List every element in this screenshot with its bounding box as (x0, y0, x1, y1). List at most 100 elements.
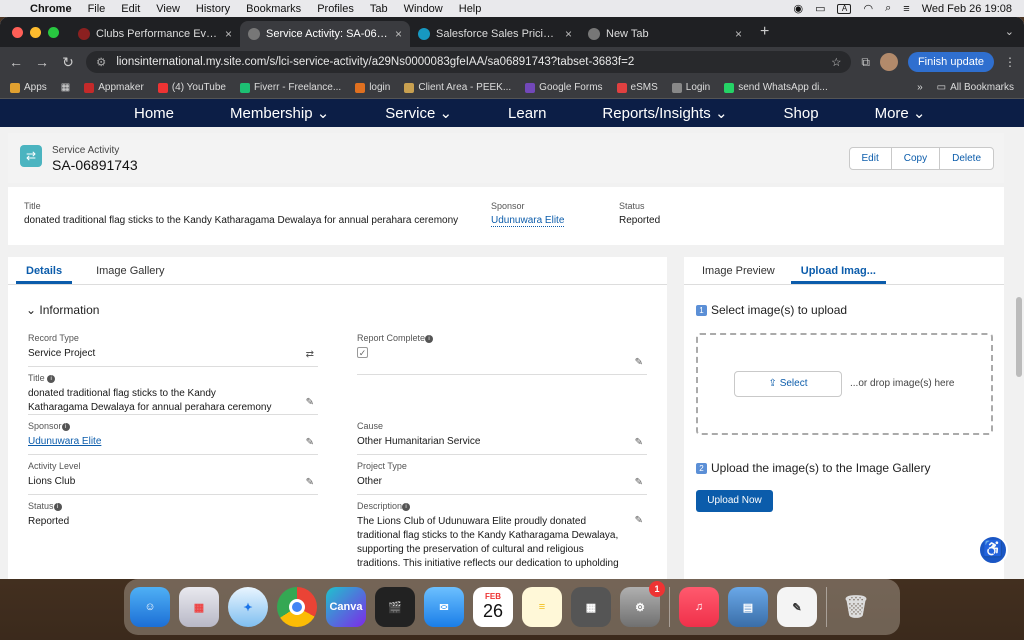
browser-tab-active[interactable]: Service Activity: SA-06891743 × (240, 21, 410, 47)
battery-icon[interactable]: ▭ (815, 2, 825, 15)
browser-tab[interactable]: Clubs Performance Evaluation × (70, 21, 240, 47)
final-cut-icon[interactable]: 🎬 (375, 587, 415, 627)
bookmark-star-icon[interactable]: ☆ (831, 55, 841, 69)
bookmarks-overflow-icon[interactable]: » (917, 82, 923, 93)
all-bookmarks[interactable]: ▭ All Bookmarks (937, 82, 1014, 93)
tab-details[interactable]: Details (16, 257, 73, 284)
bookmark-login[interactable]: login (355, 82, 390, 93)
close-tab-icon[interactable]: × (395, 27, 402, 41)
menu-window[interactable]: Window (404, 3, 443, 15)
menu-edit[interactable]: Edit (121, 3, 140, 15)
trash-icon[interactable]: 🗑 (836, 587, 876, 627)
nav-learn[interactable]: Learn (508, 105, 546, 122)
close-window-icon[interactable] (12, 27, 23, 38)
back-arrow-icon[interactable]: ← (8, 54, 24, 70)
nav-membership[interactable]: Membership ⌄ (230, 104, 329, 122)
nav-reports-insights[interactable]: Reports/Insights ⌄ (602, 104, 727, 122)
info-icon[interactable]: i (61, 422, 70, 431)
menu-bookmarks[interactable]: Bookmarks (246, 3, 301, 15)
close-tab-icon[interactable]: × (735, 27, 742, 41)
finder-icon[interactable]: ☺ (130, 587, 170, 627)
bookmark-grid[interactable]: ▦ (61, 82, 70, 93)
info-icon[interactable]: i (425, 334, 434, 343)
bookmark-apps[interactable]: Apps (10, 82, 47, 93)
menu-tab[interactable]: Tab (370, 3, 388, 15)
site-info-icon[interactable]: ⚙ (96, 55, 106, 69)
menu-history[interactable]: History (196, 3, 230, 15)
bookmark-fiverr[interactable]: Fiverr - Freelance... (239, 82, 341, 93)
bookmark-whatsapp[interactable]: send WhatsApp di... (724, 82, 828, 93)
browser-tab[interactable]: New Tab × (580, 21, 750, 47)
image-dropzone[interactable]: ⇪ Select ...or drop image(s) here (696, 333, 993, 435)
minimize-window-icon[interactable] (30, 27, 41, 38)
pencil-icon[interactable]: ✎ (635, 477, 643, 488)
pencil-icon[interactable]: ✎ (635, 437, 643, 448)
pencil-icon[interactable]: ✎ (306, 477, 314, 488)
edit-button[interactable]: Edit (850, 148, 892, 169)
close-tab-icon[interactable]: × (225, 27, 232, 41)
tab-image-preview[interactable]: Image Preview (692, 257, 785, 284)
accessibility-icon[interactable]: ♿ (978, 535, 1008, 565)
delete-button[interactable]: Delete (940, 148, 993, 169)
wifi-icon[interactable]: ◠ (863, 2, 873, 15)
change-record-type-icon[interactable]: ⇄ (306, 349, 314, 360)
bookmark-login-2[interactable]: Login (671, 82, 710, 93)
tab-image-gallery[interactable]: Image Gallery (86, 257, 174, 284)
focus-icon[interactable]: ◉ (793, 2, 803, 15)
url-text[interactable]: lionsinternational.my.site.com/s/lci-ser… (116, 56, 634, 68)
menu-app-name[interactable]: Chrome (30, 3, 72, 15)
address-bar[interactable]: ⚙ lionsinternational.my.site.com/s/lci-s… (86, 51, 852, 73)
section-information[interactable]: ⌄ Information (26, 303, 99, 317)
zoom-window-icon[interactable] (48, 27, 59, 38)
music-icon[interactable]: ♫ (679, 587, 719, 627)
copy-button[interactable]: Copy (892, 148, 941, 169)
info-icon[interactable]: i (53, 502, 62, 511)
tab-search-chevron-icon[interactable]: ⌄ (1005, 25, 1014, 38)
bookmark-esms[interactable]: eSMS (616, 82, 658, 93)
info-icon[interactable]: i (47, 374, 56, 383)
nav-more[interactable]: More ⌄ (875, 104, 926, 122)
bookmark-youtube[interactable]: (4) YouTube (157, 82, 226, 93)
preview-icon[interactable]: ▤ (728, 587, 768, 627)
bookmark-google-forms[interactable]: Google Forms (525, 82, 603, 93)
tab-upload-images[interactable]: Upload Imag... (790, 257, 886, 284)
safari-icon[interactable]: ✦ (228, 587, 268, 627)
forward-arrow-icon[interactable]: → (34, 54, 50, 70)
menu-view[interactable]: View (156, 3, 180, 15)
pencil-icon[interactable]: ✎ (306, 437, 314, 448)
sponsor-field-link[interactable]: Udunuwara Elite (28, 435, 318, 449)
chrome-icon[interactable] (277, 587, 317, 627)
info-icon[interactable]: i (402, 502, 411, 511)
system-settings-icon[interactable]: ⚙ 1 (620, 581, 665, 627)
pencil-icon[interactable]: ✎ (635, 357, 643, 368)
select-images-button[interactable]: ⇪ Select (734, 371, 842, 397)
sponsor-link[interactable]: Udunuwara Elite (491, 215, 565, 227)
input-source-icon[interactable]: A (837, 3, 852, 14)
calendar-icon[interactable]: FEB 26 (473, 587, 513, 627)
finish-update-button[interactable]: Finish update (907, 52, 994, 72)
upload-now-button[interactable]: Upload Now (696, 490, 773, 512)
mail-icon[interactable]: ✉ (424, 587, 464, 627)
canva-icon[interactable]: Canva (326, 587, 366, 627)
notes-icon[interactable]: ≡ (522, 587, 562, 627)
menu-profiles[interactable]: Profiles (317, 3, 354, 15)
control-center-icon[interactable]: ≡ (903, 3, 909, 15)
launchpad-icon[interactable]: ▦ (179, 587, 219, 627)
pencil-icon[interactable]: ✎ (306, 397, 314, 408)
browser-tab[interactable]: Salesforce Sales Pricing | Sale × (410, 21, 580, 47)
pencil-icon[interactable]: ✎ (635, 515, 643, 526)
report-complete-checkbox[interactable]: ✓ (357, 347, 368, 358)
page-scrollbar[interactable] (1016, 297, 1022, 377)
spotlight-icon[interactable]: ⌕ (885, 2, 891, 15)
nav-home[interactable]: Home (134, 105, 174, 122)
profile-avatar[interactable] (879, 53, 898, 71)
extensions-puzzle-icon[interactable]: ⧉ (861, 55, 870, 70)
clock[interactable]: Wed Feb 26 19:08 (922, 3, 1012, 15)
bookmark-client-area[interactable]: Client Area - PEEK... (404, 82, 511, 93)
calculator-icon[interactable]: ▦ (571, 587, 611, 627)
close-tab-icon[interactable]: × (565, 27, 572, 41)
menu-file[interactable]: File (88, 3, 106, 15)
textedit-icon[interactable]: ✎ (777, 587, 817, 627)
more-vertical-icon[interactable]: ⋮ (1004, 55, 1016, 69)
menu-help[interactable]: Help (459, 3, 482, 15)
